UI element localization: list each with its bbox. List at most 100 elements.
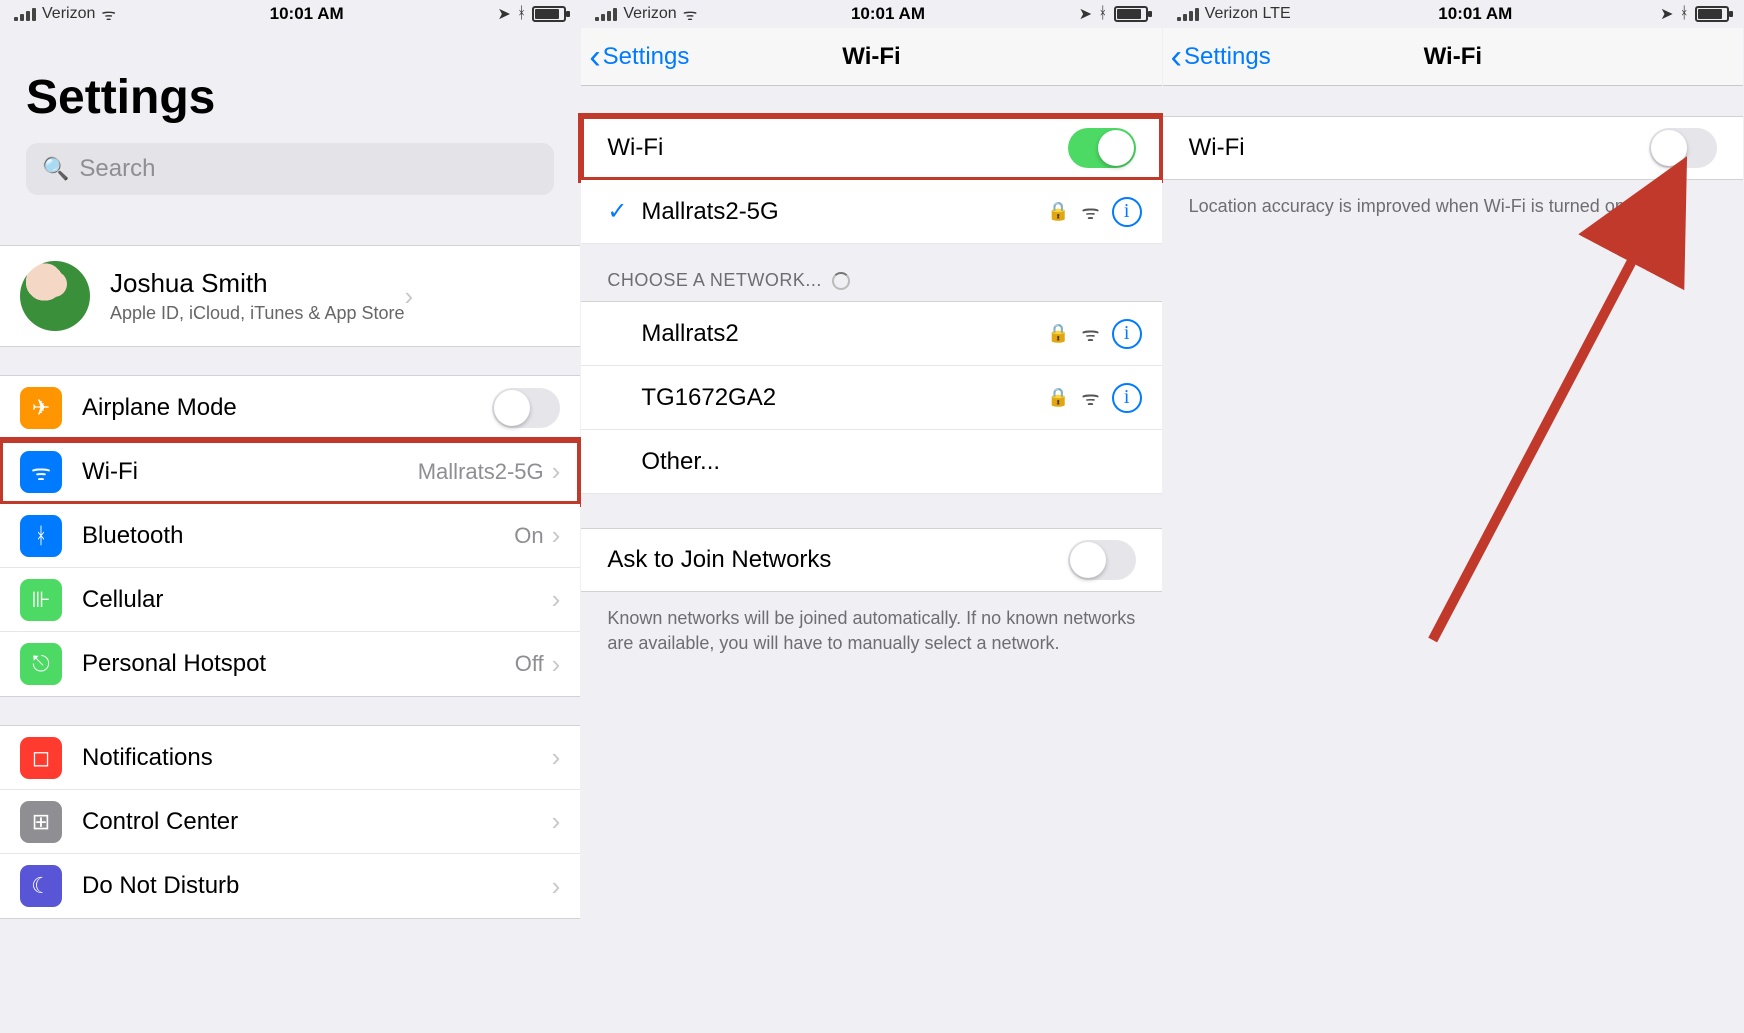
- bluetooth-icon: ᚼ: [1098, 5, 1108, 23]
- ask-join-row[interactable]: Ask to Join Networks: [581, 528, 1161, 592]
- wifi-strength-icon: ᯤ: [1081, 384, 1099, 411]
- network-name: Mallrats2-5G: [641, 198, 1047, 226]
- network-row[interactable]: TG1672GA2🔒ᯤi: [581, 366, 1161, 430]
- ask-join-label: Ask to Join Networks: [607, 546, 1067, 574]
- location-icon: ➤: [497, 4, 510, 24]
- wifi-toggle-label: Wi-Fi: [607, 134, 1067, 162]
- settings-row-wifi[interactable]: ᯤWi-FiMallrats2-5G›: [0, 440, 580, 504]
- row-label: Cellular: [82, 586, 552, 614]
- chevron-right-icon: ›: [552, 742, 561, 773]
- bluetooth-icon: ᚼ: [1679, 5, 1689, 23]
- back-label: Settings: [1184, 43, 1271, 71]
- wifi-toggle-row[interactable]: Wi-Fi: [581, 116, 1161, 180]
- settings-row-bt[interactable]: ᚼBluetoothOn›: [0, 504, 580, 568]
- signal-icon: [595, 8, 617, 21]
- network-group: ✈Airplane ModeᯤWi-FiMallrats2-5G›ᚼBlueto…: [0, 375, 580, 697]
- dnd-icon: ☾: [20, 865, 62, 907]
- cc-icon: ⊞: [20, 801, 62, 843]
- chevron-right-icon: ›: [552, 871, 561, 902]
- lock-icon: 🔒: [1047, 323, 1069, 344]
- status-time: 10:01 AM: [270, 4, 344, 24]
- hotspot-icon: ⎋: [20, 643, 62, 685]
- wifi-toggle-row[interactable]: Wi-Fi: [1163, 116, 1743, 180]
- wifi-off-note: Location accuracy is improved when Wi-Fi…: [1163, 180, 1743, 233]
- page-title: Settings: [0, 28, 580, 143]
- chevron-right-icon: ›: [552, 456, 561, 487]
- other-network-row[interactable]: Other...: [581, 430, 1161, 494]
- settings-row-cc[interactable]: ⊞ Control Center›: [0, 790, 580, 854]
- lock-icon: 🔒: [1047, 201, 1069, 222]
- settings-row-hotspot[interactable]: ⎋ Personal HotspotOff ›: [0, 632, 580, 696]
- network-name: TG1672GA2: [641, 384, 1047, 412]
- row-label: Personal Hotspot: [82, 650, 515, 678]
- chevron-right-icon: ›: [552, 584, 561, 615]
- signal-icon: [1177, 8, 1199, 21]
- battery-icon: [1114, 6, 1148, 22]
- toggle[interactable]: [492, 388, 560, 428]
- battery-icon: [1695, 6, 1729, 22]
- settings-row-notif[interactable]: ◻ Notifications›: [0, 726, 580, 790]
- info-icon[interactable]: i: [1112, 197, 1142, 227]
- chevron-right-icon: ›: [552, 649, 561, 680]
- wifi-strength-icon: ᯤ: [1081, 320, 1099, 347]
- status-bar: Verizon ᯤ 10:01 AM ➤ ᚼ: [581, 0, 1161, 28]
- settings-row-dnd[interactable]: ☾ Do Not Disturb›: [0, 854, 580, 918]
- ask-join-footer: Known networks will be joined automatica…: [581, 592, 1161, 670]
- row-detail: On: [514, 523, 543, 549]
- settings-row-cell[interactable]: ⊪Cellular›: [0, 568, 580, 632]
- profile-name: Joshua Smith: [110, 268, 405, 299]
- row-detail: Off: [515, 651, 544, 677]
- row-label: Airplane Mode: [82, 394, 492, 422]
- wifi-toggle[interactable]: [1649, 128, 1717, 168]
- row-label: Wi-Fi: [82, 458, 418, 486]
- network-list: Mallrats2🔒ᯤiTG1672GA2🔒ᯤiOther...: [581, 301, 1161, 494]
- screenshot-wifi-off: Verizon LTE 10:01 AM ➤ ᚼ ‹ Settings Wi-F…: [1163, 0, 1744, 1033]
- back-button[interactable]: ‹ Settings: [1171, 28, 1271, 85]
- row-label: Do Not Disturb: [82, 872, 552, 900]
- row-label: Notifications: [82, 744, 552, 772]
- network-name: Mallrats2: [641, 320, 1047, 348]
- search-input[interactable]: 🔍 Search: [26, 143, 554, 195]
- location-icon: ➤: [1079, 4, 1092, 24]
- bt-icon: ᚼ: [20, 515, 62, 557]
- signal-icon: [14, 8, 36, 21]
- wifi-icon: ᯤ: [101, 3, 116, 25]
- bluetooth-icon: ᚼ: [517, 5, 527, 23]
- profile-group: Joshua Smith Apple ID, iCloud, iTunes & …: [0, 245, 580, 347]
- back-label: Settings: [603, 43, 690, 71]
- settings-row-airplane[interactable]: ✈ Airplane Mode: [0, 376, 580, 440]
- location-icon: ➤: [1660, 4, 1673, 24]
- screenshot-settings-root: Verizon ᯤ 10:01 AM ➤ ᚼ Settings 🔍 Search…: [0, 0, 581, 1033]
- status-bar: Verizon ᯤ 10:01 AM ➤ ᚼ: [0, 0, 580, 28]
- carrier-label: Verizon LTE: [1205, 5, 1291, 23]
- checkmark-icon: ✓: [607, 197, 641, 226]
- profile-row[interactable]: Joshua Smith Apple ID, iCloud, iTunes & …: [0, 246, 580, 346]
- choose-network-header: CHOOSE A NETWORK...: [581, 244, 1161, 301]
- nav-title: Wi-Fi: [842, 43, 900, 71]
- avatar: [20, 261, 90, 331]
- profile-subtitle: Apple ID, iCloud, iTunes & App Store: [110, 303, 405, 324]
- chevron-right-icon: ›: [405, 281, 414, 312]
- status-bar: Verizon LTE 10:01 AM ➤ ᚼ: [1163, 0, 1743, 28]
- wifi-icon: ᯤ: [683, 3, 698, 25]
- wifi-icon: ᯤ: [20, 451, 62, 493]
- info-icon[interactable]: i: [1112, 319, 1142, 349]
- nav-title: Wi-Fi: [1424, 43, 1482, 71]
- chevron-right-icon: ›: [552, 806, 561, 837]
- status-time: 10:01 AM: [851, 4, 925, 24]
- ask-join-toggle[interactable]: [1068, 540, 1136, 580]
- airplane-icon: ✈: [20, 387, 62, 429]
- chevron-left-icon: ‹: [1171, 40, 1182, 74]
- connected-network-row[interactable]: ✓ Mallrats2-5G 🔒 ᯤ i: [581, 180, 1161, 244]
- back-button[interactable]: ‹ Settings: [589, 28, 689, 85]
- network-row[interactable]: Mallrats2🔒 ᯤi: [581, 302, 1161, 366]
- row-label: Control Center: [82, 808, 552, 836]
- notif-icon: ◻: [20, 737, 62, 779]
- nav-bar: ‹ Settings Wi-Fi: [581, 28, 1161, 86]
- info-icon[interactable]: i: [1112, 383, 1142, 413]
- carrier-label: Verizon: [623, 5, 676, 23]
- wifi-toggle[interactable]: [1068, 128, 1136, 168]
- battery-icon: [532, 6, 566, 22]
- row-label: Bluetooth: [82, 522, 514, 550]
- spinner-icon: [832, 272, 850, 290]
